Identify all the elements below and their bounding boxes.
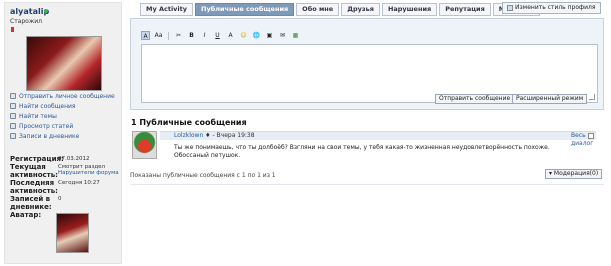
editor-toolbar: A Aa ✂ B I U A ☺ 🌐 ▣ ✉ ▦ bbox=[141, 31, 304, 40]
message-line: Ты же понимаешь, что ты долбоёб? Взгляни… bbox=[174, 144, 550, 151]
menu-label: Записи в дневнике bbox=[19, 132, 80, 140]
activity-link[interactable]: Нарушители форума bbox=[58, 170, 119, 176]
online-icon: ♦ - bbox=[205, 132, 217, 139]
activity-label: Текущая активность: bbox=[10, 163, 58, 179]
tab-my-activity[interactable]: My Activity bbox=[140, 3, 193, 16]
reg-label: Регистрация: bbox=[10, 155, 64, 163]
message-date: Вчера 19:38 bbox=[216, 132, 255, 139]
send-message-button[interactable]: Отправить сообщение bbox=[435, 94, 515, 104]
menu-label: Просмотр статей bbox=[19, 122, 74, 130]
articles-icon bbox=[10, 123, 16, 129]
menu-find-threads[interactable]: Найти темы bbox=[10, 111, 115, 121]
bold-icon[interactable]: B bbox=[187, 31, 196, 40]
user-title: Старожил bbox=[10, 18, 42, 25]
menu-label: Найти темы bbox=[19, 112, 57, 120]
tab-infractions[interactable]: Нарушения bbox=[381, 3, 438, 16]
email-icon[interactable]: ✉ bbox=[278, 31, 287, 40]
palette-icon bbox=[507, 5, 513, 11]
italic-icon[interactable]: I bbox=[200, 31, 209, 40]
last-activity-label: Последняя активность: bbox=[10, 179, 58, 195]
message-author[interactable]: Lolzklown bbox=[174, 132, 203, 139]
public-message: Lolzklown ♦ - Вчера 19:38 Весь диалог Ты… bbox=[130, 127, 596, 163]
smiley-icon[interactable]: ☺ bbox=[239, 31, 248, 40]
profile-stats: Регистрация: 07.03.2012 Текущая активност… bbox=[10, 155, 122, 219]
messages-title: 1 Публичные сообщения bbox=[131, 118, 247, 127]
reputation-icon bbox=[11, 27, 14, 32]
font-color-icon[interactable]: A bbox=[141, 31, 150, 40]
threads-icon bbox=[10, 113, 16, 119]
underline-icon[interactable]: U bbox=[213, 31, 222, 40]
menu-send-pm[interactable]: Отправить личное сообщение bbox=[10, 91, 115, 101]
select-message-checkbox[interactable] bbox=[588, 133, 594, 139]
message-line: Обоссаный петушок. bbox=[174, 152, 241, 159]
message-avatar[interactable] bbox=[132, 131, 157, 159]
resize-grip-icon[interactable] bbox=[589, 94, 595, 100]
messages-count: Показаны публичные сообщения с 1 по 1 из… bbox=[130, 172, 276, 179]
online-status-icon bbox=[44, 9, 48, 13]
change-style-button[interactable]: Изменить стиль профиля bbox=[502, 2, 601, 14]
menu-find-posts[interactable]: Найти сообщения bbox=[10, 101, 115, 111]
tab-about-me[interactable]: Обо мне bbox=[296, 3, 340, 16]
menu-label: Отправить личное сообщение bbox=[19, 92, 115, 100]
menu-label: Найти сообщения bbox=[19, 102, 76, 110]
stats-avatar bbox=[56, 213, 89, 253]
reg-value: 07.03.2012 bbox=[58, 156, 90, 162]
diary-label: Записей в дневнике: bbox=[10, 195, 52, 211]
tab-reputation[interactable]: Репутация bbox=[439, 3, 491, 16]
mail-icon bbox=[10, 93, 16, 99]
link-icon[interactable]: 🌐 bbox=[252, 31, 261, 40]
profile-tabs: My Activity Публичные сообщения Обо мне … bbox=[140, 3, 542, 16]
change-style-label: Изменить стиль профиля bbox=[515, 4, 596, 11]
diary-value: 0 bbox=[58, 196, 62, 202]
moderation-button[interactable]: ▾ Модерация(0) bbox=[545, 169, 603, 179]
advanced-mode-button[interactable]: Расширенный режим bbox=[512, 94, 588, 104]
message-header: Lolzklown ♦ - Вчера 19:38 Весь диалог bbox=[160, 131, 596, 147]
posts-icon bbox=[10, 103, 16, 109]
profile-sidebar: alyatalip Старожил Отправить личное сооб… bbox=[4, 2, 122, 264]
avatar-label: Аватар: bbox=[10, 211, 42, 219]
remove-format-icon[interactable]: Aa bbox=[154, 31, 163, 40]
toolbar-divider bbox=[168, 31, 169, 40]
text-color-icon[interactable]: A bbox=[226, 31, 235, 40]
menu-view-articles[interactable]: Просмотр статей bbox=[10, 121, 115, 131]
last-activity-value: Сегодня 10:27 bbox=[58, 180, 100, 186]
menu-diary-entries[interactable]: Записи в дневнике bbox=[10, 131, 115, 141]
image-icon[interactable]: ▣ bbox=[265, 31, 274, 40]
divider bbox=[130, 184, 604, 185]
video-icon[interactable]: ▦ bbox=[291, 31, 300, 40]
diary-icon bbox=[10, 133, 16, 139]
cut-icon[interactable]: ✂ bbox=[174, 31, 183, 40]
profile-menu: Отправить личное сообщение Найти сообщен… bbox=[10, 91, 115, 141]
profile-avatar bbox=[26, 36, 102, 91]
message-text: Ты же понимаешь, что ты долбоёб? Взгляни… bbox=[174, 144, 550, 160]
tab-friends[interactable]: Друзья bbox=[341, 3, 380, 16]
tab-public-messages[interactable]: Публичные сообщения bbox=[195, 3, 295, 16]
